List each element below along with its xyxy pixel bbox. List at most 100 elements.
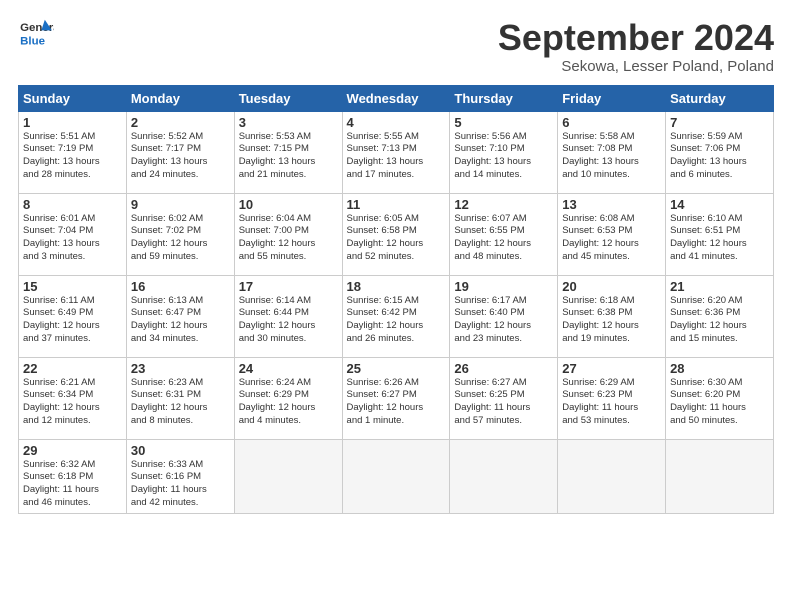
day-info: Sunrise: 6:13 AM Sunset: 6:47 PM Dayligh…: [131, 295, 230, 346]
day-number: 1: [23, 115, 122, 130]
day-info: Sunrise: 6:11 AM Sunset: 6:49 PM Dayligh…: [23, 295, 122, 346]
calendar-cell: 26Sunrise: 6:27 AM Sunset: 6:25 PM Dayli…: [450, 357, 558, 439]
day-info: Sunrise: 6:07 AM Sunset: 6:55 PM Dayligh…: [454, 213, 553, 264]
day-number: 14: [670, 197, 769, 212]
header: General Blue General Blue September 2024…: [18, 18, 774, 75]
weekday-header: Thursday: [450, 85, 558, 111]
page: General Blue General Blue September 2024…: [0, 0, 792, 612]
day-number: 13: [562, 197, 661, 212]
weekday-header-row: SundayMondayTuesdayWednesdayThursdayFrid…: [19, 85, 774, 111]
day-number: 11: [347, 197, 446, 212]
calendar-cell: [234, 439, 342, 513]
day-number: 30: [131, 443, 230, 458]
day-info: Sunrise: 6:20 AM Sunset: 6:36 PM Dayligh…: [670, 295, 769, 346]
weekday-header: Monday: [126, 85, 234, 111]
calendar-cell: 27Sunrise: 6:29 AM Sunset: 6:23 PM Dayli…: [558, 357, 666, 439]
weekday-header: Saturday: [666, 85, 774, 111]
location-title: Sekowa, Lesser Poland, Poland: [498, 58, 774, 75]
day-info: Sunrise: 6:01 AM Sunset: 7:04 PM Dayligh…: [23, 213, 122, 264]
day-number: 12: [454, 197, 553, 212]
calendar-cell: 13Sunrise: 6:08 AM Sunset: 6:53 PM Dayli…: [558, 193, 666, 275]
calendar-cell: 29Sunrise: 6:32 AM Sunset: 6:18 PM Dayli…: [19, 439, 127, 513]
day-number: 28: [670, 361, 769, 376]
day-number: 23: [131, 361, 230, 376]
calendar-cell: 9Sunrise: 6:02 AM Sunset: 7:02 PM Daylig…: [126, 193, 234, 275]
calendar-cell: 7Sunrise: 5:59 AM Sunset: 7:06 PM Daylig…: [666, 111, 774, 193]
calendar-cell: 8Sunrise: 6:01 AM Sunset: 7:04 PM Daylig…: [19, 193, 127, 275]
calendar-cell: [558, 439, 666, 513]
day-info: Sunrise: 6:10 AM Sunset: 6:51 PM Dayligh…: [670, 213, 769, 264]
calendar-cell: 15Sunrise: 6:11 AM Sunset: 6:49 PM Dayli…: [19, 275, 127, 357]
day-number: 24: [239, 361, 338, 376]
day-info: Sunrise: 6:27 AM Sunset: 6:25 PM Dayligh…: [454, 377, 553, 428]
day-info: Sunrise: 5:55 AM Sunset: 7:13 PM Dayligh…: [347, 131, 446, 182]
day-number: 7: [670, 115, 769, 130]
calendar-cell: 21Sunrise: 6:20 AM Sunset: 6:36 PM Dayli…: [666, 275, 774, 357]
calendar-cell: 23Sunrise: 6:23 AM Sunset: 6:31 PM Dayli…: [126, 357, 234, 439]
weekday-header: Tuesday: [234, 85, 342, 111]
calendar-week-row: 29Sunrise: 6:32 AM Sunset: 6:18 PM Dayli…: [19, 439, 774, 513]
day-info: Sunrise: 5:51 AM Sunset: 7:19 PM Dayligh…: [23, 131, 122, 182]
day-number: 17: [239, 279, 338, 294]
day-info: Sunrise: 6:02 AM Sunset: 7:02 PM Dayligh…: [131, 213, 230, 264]
calendar-week-row: 1Sunrise: 5:51 AM Sunset: 7:19 PM Daylig…: [19, 111, 774, 193]
day-number: 25: [347, 361, 446, 376]
calendar-cell: [666, 439, 774, 513]
day-info: Sunrise: 6:17 AM Sunset: 6:40 PM Dayligh…: [454, 295, 553, 346]
day-number: 2: [131, 115, 230, 130]
day-info: Sunrise: 6:14 AM Sunset: 6:44 PM Dayligh…: [239, 295, 338, 346]
calendar-cell: 18Sunrise: 6:15 AM Sunset: 6:42 PM Dayli…: [342, 275, 450, 357]
calendar-cell: 30Sunrise: 6:33 AM Sunset: 6:16 PM Dayli…: [126, 439, 234, 513]
weekday-header: Wednesday: [342, 85, 450, 111]
day-number: 29: [23, 443, 122, 458]
calendar-cell: 28Sunrise: 6:30 AM Sunset: 6:20 PM Dayli…: [666, 357, 774, 439]
weekday-header: Sunday: [19, 85, 127, 111]
calendar-cell: 22Sunrise: 6:21 AM Sunset: 6:34 PM Dayli…: [19, 357, 127, 439]
calendar: SundayMondayTuesdayWednesdayThursdayFrid…: [18, 85, 774, 514]
calendar-cell: 14Sunrise: 6:10 AM Sunset: 6:51 PM Dayli…: [666, 193, 774, 275]
day-info: Sunrise: 5:52 AM Sunset: 7:17 PM Dayligh…: [131, 131, 230, 182]
day-info: Sunrise: 6:33 AM Sunset: 6:16 PM Dayligh…: [131, 459, 230, 510]
day-info: Sunrise: 5:53 AM Sunset: 7:15 PM Dayligh…: [239, 131, 338, 182]
day-number: 20: [562, 279, 661, 294]
calendar-cell: [450, 439, 558, 513]
day-info: Sunrise: 5:56 AM Sunset: 7:10 PM Dayligh…: [454, 131, 553, 182]
calendar-week-row: 15Sunrise: 6:11 AM Sunset: 6:49 PM Dayli…: [19, 275, 774, 357]
day-info: Sunrise: 6:26 AM Sunset: 6:27 PM Dayligh…: [347, 377, 446, 428]
day-info: Sunrise: 6:23 AM Sunset: 6:31 PM Dayligh…: [131, 377, 230, 428]
calendar-cell: 3Sunrise: 5:53 AM Sunset: 7:15 PM Daylig…: [234, 111, 342, 193]
calendar-cell: 20Sunrise: 6:18 AM Sunset: 6:38 PM Dayli…: [558, 275, 666, 357]
day-info: Sunrise: 6:18 AM Sunset: 6:38 PM Dayligh…: [562, 295, 661, 346]
day-number: 21: [670, 279, 769, 294]
svg-text:Blue: Blue: [20, 35, 45, 47]
calendar-cell: 2Sunrise: 5:52 AM Sunset: 7:17 PM Daylig…: [126, 111, 234, 193]
day-info: Sunrise: 6:24 AM Sunset: 6:29 PM Dayligh…: [239, 377, 338, 428]
month-title: September 2024: [498, 18, 774, 58]
calendar-cell: 19Sunrise: 6:17 AM Sunset: 6:40 PM Dayli…: [450, 275, 558, 357]
day-number: 3: [239, 115, 338, 130]
day-number: 22: [23, 361, 122, 376]
calendar-cell: 1Sunrise: 5:51 AM Sunset: 7:19 PM Daylig…: [19, 111, 127, 193]
calendar-cell: [342, 439, 450, 513]
calendar-cell: 17Sunrise: 6:14 AM Sunset: 6:44 PM Dayli…: [234, 275, 342, 357]
day-number: 5: [454, 115, 553, 130]
day-info: Sunrise: 6:05 AM Sunset: 6:58 PM Dayligh…: [347, 213, 446, 264]
day-info: Sunrise: 6:15 AM Sunset: 6:42 PM Dayligh…: [347, 295, 446, 346]
calendar-cell: 11Sunrise: 6:05 AM Sunset: 6:58 PM Dayli…: [342, 193, 450, 275]
calendar-cell: 16Sunrise: 6:13 AM Sunset: 6:47 PM Dayli…: [126, 275, 234, 357]
day-number: 4: [347, 115, 446, 130]
calendar-cell: 24Sunrise: 6:24 AM Sunset: 6:29 PM Dayli…: [234, 357, 342, 439]
calendar-cell: 12Sunrise: 6:07 AM Sunset: 6:55 PM Dayli…: [450, 193, 558, 275]
calendar-week-row: 22Sunrise: 6:21 AM Sunset: 6:34 PM Dayli…: [19, 357, 774, 439]
calendar-week-row: 8Sunrise: 6:01 AM Sunset: 7:04 PM Daylig…: [19, 193, 774, 275]
day-number: 26: [454, 361, 553, 376]
calendar-cell: 10Sunrise: 6:04 AM Sunset: 7:00 PM Dayli…: [234, 193, 342, 275]
day-info: Sunrise: 6:32 AM Sunset: 6:18 PM Dayligh…: [23, 459, 122, 510]
day-info: Sunrise: 6:29 AM Sunset: 6:23 PM Dayligh…: [562, 377, 661, 428]
day-number: 6: [562, 115, 661, 130]
day-info: Sunrise: 5:59 AM Sunset: 7:06 PM Dayligh…: [670, 131, 769, 182]
calendar-cell: 5Sunrise: 5:56 AM Sunset: 7:10 PM Daylig…: [450, 111, 558, 193]
day-number: 15: [23, 279, 122, 294]
calendar-cell: 6Sunrise: 5:58 AM Sunset: 7:08 PM Daylig…: [558, 111, 666, 193]
day-info: Sunrise: 6:30 AM Sunset: 6:20 PM Dayligh…: [670, 377, 769, 428]
